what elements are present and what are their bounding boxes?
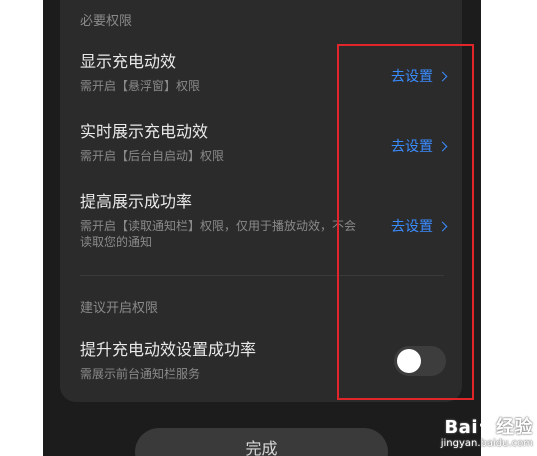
permission-row-notification: 提高展示成功率 需开启【读取通知栏】权限，仅用于播放动效，不会读取您的通知 xyxy=(80,192,444,250)
phone-screen: 必要权限 显示充电动效 需开启【悬浮窗】权限 去设置 实时展示充电动效 需开启【… xyxy=(43,0,481,456)
toggle-knob xyxy=(397,349,421,373)
row-title: 显示充电动效 xyxy=(80,52,177,71)
permission-row-foreground-service: 提升充电动效设置成功率 需展示前台通知栏服务 xyxy=(80,340,444,382)
row-subtitle: 需开启【读取通知栏】权限，仅用于播放动效，不会读取您的通知 xyxy=(80,219,357,249)
watermark-brand: Bai 经验 xyxy=(444,417,533,438)
go-settings-label: 去设置 xyxy=(391,69,433,85)
permission-row-overlay: 显示充电动效 需开启【悬浮窗】权限 xyxy=(80,52,444,94)
section-header-recommended: 建议开启权限 xyxy=(80,301,159,316)
watermark-url: jingyan.baidu.com xyxy=(440,438,533,449)
paw-icon xyxy=(480,421,494,435)
go-settings-button-notification[interactable]: 去设置 xyxy=(391,216,448,236)
section-header-required: 必要权限 xyxy=(80,14,133,29)
go-settings-button-autostart[interactable]: 去设置 xyxy=(391,136,448,156)
row-subtitle: 需展示前台通知栏服务 xyxy=(80,367,201,381)
row-subtitle: 需开启【悬浮窗】权限 xyxy=(80,79,201,93)
row-title: 提高展示成功率 xyxy=(80,192,193,211)
chevron-right-icon xyxy=(437,71,448,81)
row-title: 实时展示充电动效 xyxy=(80,122,209,141)
go-settings-label: 去设置 xyxy=(391,219,433,235)
done-button[interactable]: 完成 xyxy=(135,428,388,456)
go-settings-button-overlay[interactable]: 去设置 xyxy=(391,66,448,86)
row-title: 提升充电动效设置成功率 xyxy=(80,340,257,359)
permission-row-autostart: 实时展示充电动效 需开启【后台自启动】权限 xyxy=(80,122,444,164)
permissions-card: 必要权限 显示充电动效 需开启【悬浮窗】权限 去设置 实时展示充电动效 需开启【… xyxy=(60,0,462,402)
chevron-right-icon xyxy=(437,141,448,151)
divider xyxy=(80,275,444,276)
chevron-right-icon xyxy=(437,221,448,231)
go-settings-label: 去设置 xyxy=(391,139,433,155)
row-subtitle: 需开启【后台自启动】权限 xyxy=(80,149,225,163)
foreground-service-toggle[interactable] xyxy=(394,346,446,376)
baidu-jingyan-watermark: Bai 经验 jingyan.baidu.com xyxy=(441,418,533,450)
